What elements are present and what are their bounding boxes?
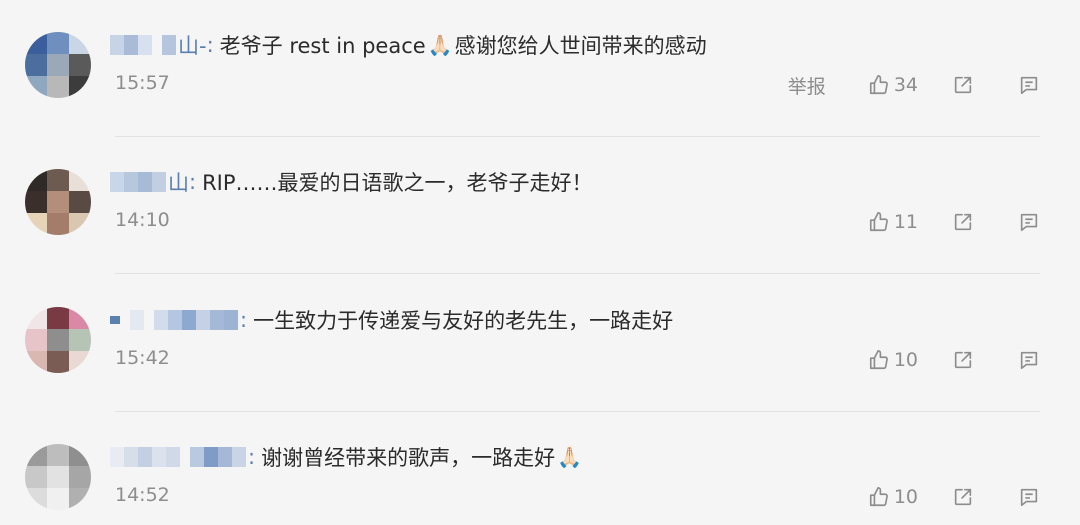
comment-item: 山- : 老爷子 rest in peace 🙏🏻 感谢您给人世间带来的感动 1… xyxy=(0,0,1080,137)
reply-button[interactable] xyxy=(1018,211,1040,233)
thumbs-up-icon xyxy=(869,212,888,232)
divider xyxy=(115,273,1040,274)
share-icon xyxy=(954,488,972,506)
comment-text-line: 山 : RIP……最爱的日语歌之一，老爷子走好！ xyxy=(110,167,593,197)
comment-list: 山- : 老爷子 rest in peace 🙏🏻 感谢您给人世间带来的感动 1… xyxy=(0,0,1080,525)
blurred-username xyxy=(110,34,176,56)
username-colon: : xyxy=(206,33,214,57)
share-icon xyxy=(954,351,972,369)
username[interactable]: 山 xyxy=(110,167,189,197)
comment-body: RIP……最爱的日语歌之一，老爷子走好！ xyxy=(202,171,593,195)
comment-item: : 谢谢曾经带来的歌声，一路走好 🙏🏻 14:52 10 xyxy=(0,412,1080,525)
share-button[interactable] xyxy=(952,74,974,96)
comment-text-line: : 谢谢曾经带来的歌声，一路走好 🙏🏻 xyxy=(110,442,584,472)
username-colon: : xyxy=(189,170,197,194)
like-button[interactable]: 10 xyxy=(868,349,918,371)
comment-actions: 10 xyxy=(868,482,1040,512)
like-count: 34 xyxy=(893,74,918,96)
comment-body: 一生致力于传递爱与友好的老先生，一路走好 xyxy=(253,309,674,333)
comment-icon xyxy=(1020,488,1038,507)
comment-icon xyxy=(1020,351,1038,370)
like-button[interactable]: 11 xyxy=(868,211,918,233)
blurred-username xyxy=(110,309,238,331)
thumbs-up-icon xyxy=(869,487,888,507)
share-icon xyxy=(954,213,972,231)
like-button[interactable]: 34 xyxy=(868,74,918,96)
comment-icon xyxy=(1020,213,1038,232)
username[interactable] xyxy=(110,309,240,331)
like-count: 10 xyxy=(893,486,918,508)
comment-time: 15:42 xyxy=(115,347,170,369)
share-button[interactable] xyxy=(952,349,974,371)
thumbs-up-icon xyxy=(869,75,888,95)
username-colon: : xyxy=(240,308,248,332)
reply-button[interactable] xyxy=(1018,74,1040,96)
like-count: 11 xyxy=(893,211,918,233)
share-button[interactable] xyxy=(952,211,974,233)
comment-time: 15:57 xyxy=(115,72,170,94)
comment-time: 14:10 xyxy=(115,209,170,231)
praying-hands-emoji: 🙏🏻 xyxy=(557,445,582,469)
reply-button[interactable] xyxy=(1018,349,1040,371)
avatar[interactable] xyxy=(25,444,91,510)
share-icon xyxy=(954,76,972,94)
comment-item: 山 : RIP……最爱的日语歌之一，老爷子走好！ 14:10 11 xyxy=(0,137,1080,274)
username-colon: : xyxy=(248,445,256,469)
blurred-username xyxy=(110,171,166,193)
praying-hands-emoji: 🙏🏻 xyxy=(427,33,453,57)
username-visible: 山 xyxy=(168,171,189,195)
comment-actions: 举报 34 xyxy=(788,70,1040,100)
comment-body-continued: 感谢您给人世间带来的感动 xyxy=(454,34,707,58)
comment-text-line: 山- : 老爷子 rest in peace 🙏🏻 感谢您给人世间带来的感动 xyxy=(110,30,707,60)
like-button[interactable]: 10 xyxy=(868,486,918,508)
reply-button[interactable] xyxy=(1018,486,1040,508)
comment-body: 谢谢曾经带来的歌声，一路走好 xyxy=(261,446,556,470)
like-count: 10 xyxy=(893,349,918,371)
report-button[interactable]: 举报 xyxy=(788,72,826,99)
share-button[interactable] xyxy=(952,486,974,508)
blurred-username xyxy=(110,446,246,468)
avatar[interactable] xyxy=(25,307,91,373)
username[interactable]: 山- xyxy=(110,30,207,60)
comment-actions: 10 xyxy=(868,345,1040,375)
comment-icon xyxy=(1020,76,1038,95)
comment-text-line: : 一生致力于传递爱与友好的老先生，一路走好 xyxy=(110,305,673,335)
avatar[interactable] xyxy=(25,32,91,98)
thumbs-up-icon xyxy=(869,350,888,370)
username-visible: 山- xyxy=(178,34,207,58)
comment-actions: 11 xyxy=(868,207,1040,237)
comment-body: 老爷子 rest in peace xyxy=(219,34,426,58)
username[interactable] xyxy=(110,446,248,468)
comment-item: : 一生致力于传递爱与友好的老先生，一路走好 15:42 10 xyxy=(0,275,1080,412)
comment-time: 14:52 xyxy=(115,484,170,506)
avatar[interactable] xyxy=(25,169,91,235)
